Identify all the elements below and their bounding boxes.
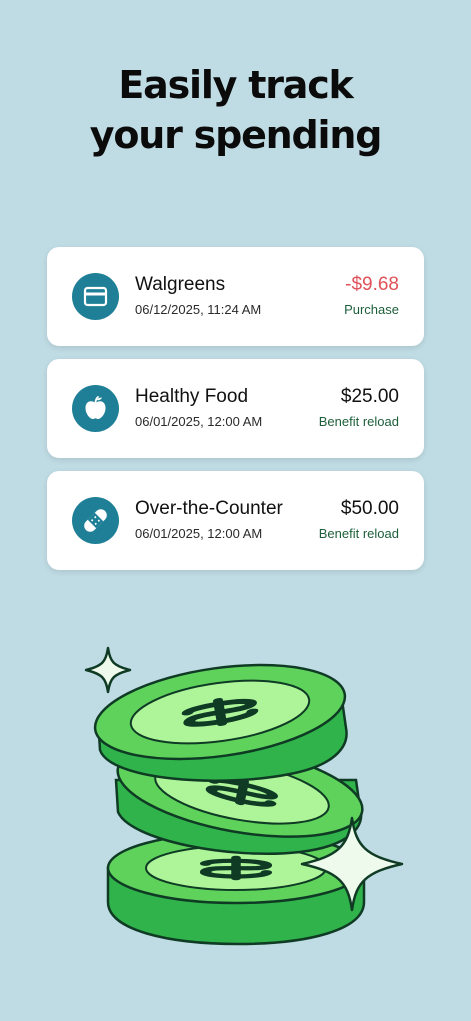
transaction-type: Benefit reload <box>318 526 399 541</box>
transaction-card-walgreens: Walgreens 06/12/2025, 11:24 AM -$9.68 Pu… <box>47 247 424 346</box>
transaction-date: 06/12/2025, 11:24 AM <box>135 302 262 317</box>
bandage-icon <box>72 497 119 544</box>
transaction-date: 06/01/2025, 12:00 AM <box>135 414 263 429</box>
sparkle-small-icon <box>84 646 132 694</box>
transaction-name: Walgreens <box>135 274 226 295</box>
transaction-date: 06/01/2025, 12:00 AM <box>135 526 263 541</box>
credit-card-icon <box>72 273 119 320</box>
transaction-amount: -$9.68 <box>345 274 399 295</box>
transaction-type: Purchase <box>344 302 399 317</box>
transaction-name: Over-the-Counter <box>135 498 283 519</box>
coin-stack-illustration <box>84 646 404 946</box>
transaction-amount: $50.00 <box>340 498 399 519</box>
transaction-name: Healthy Food <box>135 386 249 407</box>
headline-line-2: your spending <box>89 113 383 157</box>
transaction-card-over-the-counter: Over-the-Counter 06/01/2025, 12:00 AM $5… <box>47 471 424 570</box>
apple-icon <box>72 385 119 432</box>
headline-line-1: Easily track <box>118 63 353 107</box>
transaction-card-healthy-food: Healthy Food 06/01/2025, 12:00 AM $25.00… <box>47 359 424 458</box>
transaction-type: Benefit reload <box>318 414 399 429</box>
transaction-amount: $25.00 <box>340 386 399 407</box>
headline: Easily track your spending <box>0 60 471 160</box>
